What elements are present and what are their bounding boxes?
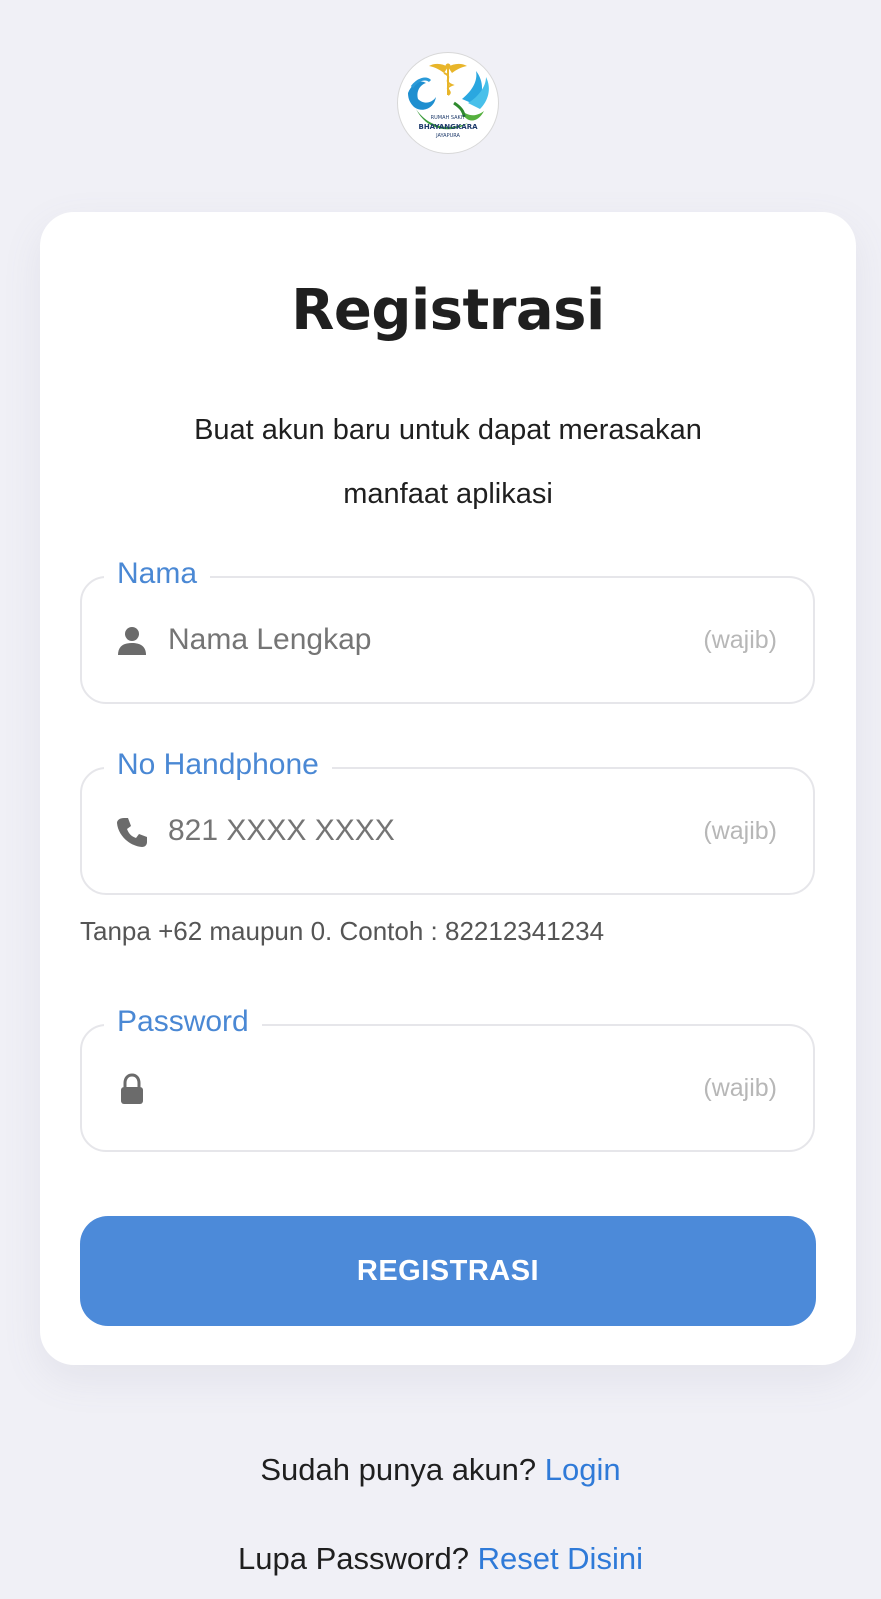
password-required-hint: (wajib) xyxy=(703,1074,777,1102)
page-title: Registrasi xyxy=(291,278,605,343)
phone-required-hint: (wajib) xyxy=(703,817,777,845)
login-link[interactable]: Login xyxy=(545,1452,621,1487)
hospital-logo: RUMAH SAKIT BHAYANGKARA JAYAPURA xyxy=(397,52,499,154)
phone-icon xyxy=(117,818,147,847)
logo-text-line3: JAYAPURA xyxy=(436,133,460,139)
registration-card: Registrasi Buat akun baru untuk dapat me… xyxy=(40,212,856,1365)
password-input[interactable] xyxy=(168,1026,668,1150)
lock-icon xyxy=(121,1073,143,1104)
reset-prompt-text: Lupa Password? xyxy=(238,1541,469,1576)
name-field: Nama (wajib) xyxy=(80,554,815,704)
name-required-hint: (wajib) xyxy=(703,626,777,654)
reset-prompt-line: Lupa Password? Reset Disini xyxy=(0,1541,881,1577)
person-icon xyxy=(118,627,146,655)
login-prompt-text: Sudah punya akun? xyxy=(260,1452,537,1487)
logo-text-line1: RUMAH SAKIT xyxy=(430,115,466,121)
name-input[interactable] xyxy=(168,578,668,702)
phone-field: No Handphone (wajib) xyxy=(80,745,815,895)
register-button[interactable]: REGISTRASI xyxy=(80,1216,816,1326)
page-subtitle: Buat akun baru untuk dapat merasakan man… xyxy=(194,414,702,510)
login-prompt-line: Sudah punya akun? Login xyxy=(0,1452,881,1488)
logo-text-line2: BHAYANGKARA xyxy=(418,123,478,131)
phone-helper-text: Tanpa +62 maupun 0. Contoh : 82212341234 xyxy=(80,916,605,946)
password-field: Password (wajib) xyxy=(80,1002,815,1152)
phone-input[interactable] xyxy=(168,769,668,893)
reset-password-link[interactable]: Reset Disini xyxy=(478,1541,643,1576)
